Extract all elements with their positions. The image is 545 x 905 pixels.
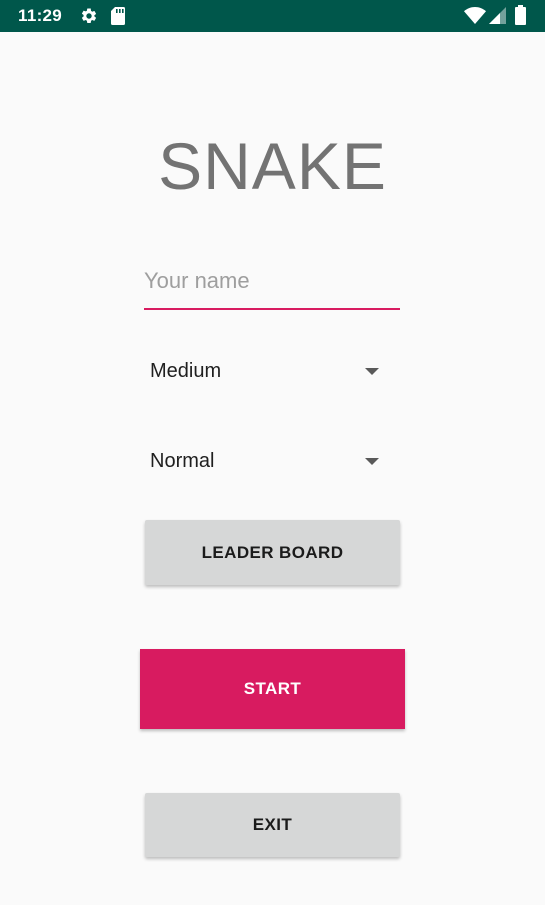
leader-board-button[interactable]: LEADER BOARD <box>145 520 400 585</box>
start-button[interactable]: START <box>140 649 405 729</box>
difficulty-spinner[interactable]: Medium <box>144 348 400 396</box>
status-time: 11:29 <box>18 6 63 25</box>
battery-icon <box>515 5 526 25</box>
dropdown-arrow-icon <box>365 458 379 465</box>
status-bar: 11:29 <box>0 0 545 32</box>
difficulty-spinner-value: Medium <box>150 360 222 382</box>
sd-card-icon <box>111 7 125 25</box>
name-field[interactable] <box>144 262 400 312</box>
mode-spinner-value: Normal <box>150 450 215 472</box>
wifi-icon <box>464 7 486 24</box>
dropdown-arrow-icon <box>365 368 379 375</box>
cell-signal-icon <box>489 7 506 24</box>
name-input[interactable] <box>144 262 400 310</box>
exit-button[interactable]: EXIT <box>145 793 400 857</box>
mode-spinner[interactable]: Normal <box>144 438 400 486</box>
gear-icon <box>81 8 97 23</box>
app-title: SNAKE <box>158 129 387 203</box>
